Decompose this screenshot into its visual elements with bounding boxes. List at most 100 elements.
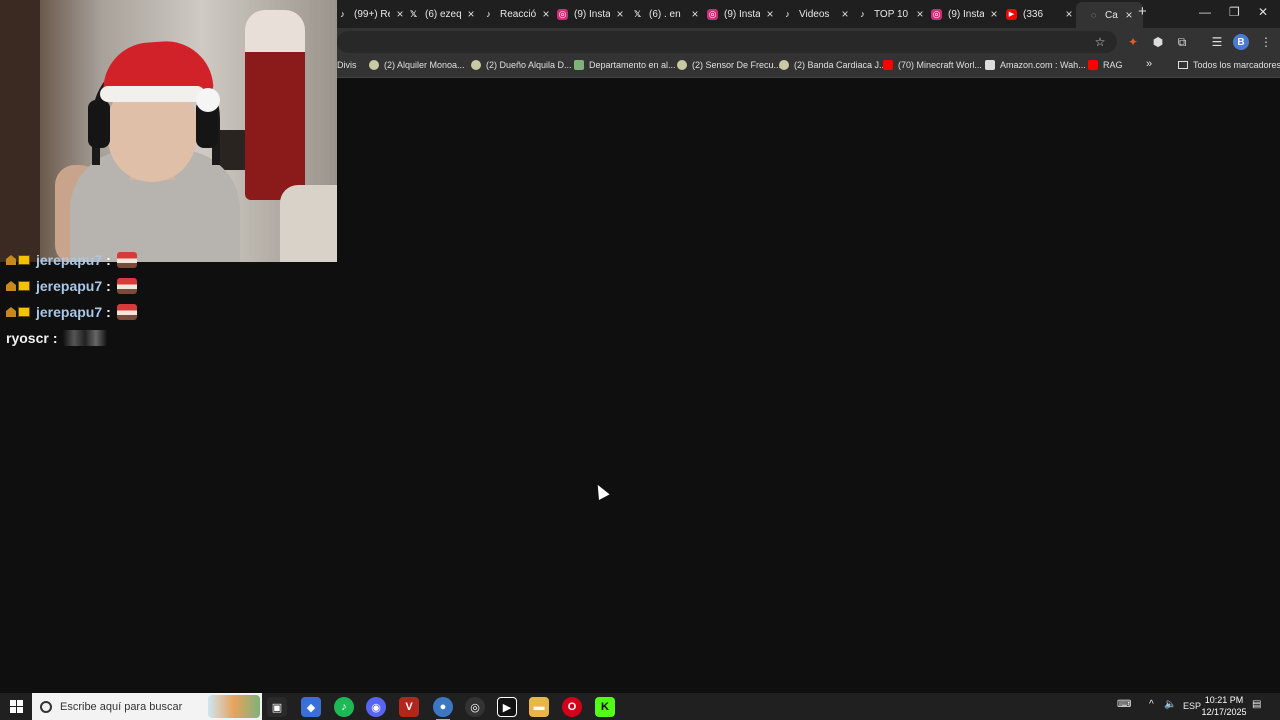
taskbar: Escribe aquí para buscar ▣ ◆ ♪ ◉ V ● ◎ ▶…: [0, 693, 1280, 720]
tab-3[interactable]: ◎ (9) Insta ×: [557, 4, 626, 24]
tab-9[interactable]: ▶ (336 ×: [1006, 4, 1075, 24]
obs-icon[interactable]: ◎: [465, 697, 485, 717]
bookmark-icon: [677, 60, 687, 70]
all-bookmarks-label: Todos los marcadores: [1193, 60, 1280, 70]
bookmark-7[interactable]: Amazon.com : Wah...: [985, 60, 1086, 70]
chat-message: ryoscr :: [6, 330, 108, 346]
bookmark-6[interactable]: (70) Minecraft Worl...: [883, 60, 982, 70]
clock-date: 12/17/2025: [1201, 707, 1247, 717]
close-icon[interactable]: ×: [465, 7, 477, 21]
opera-icon[interactable]: O: [562, 697, 582, 717]
close-icon[interactable]: ×: [394, 7, 406, 21]
bookmark-icon: [779, 60, 789, 70]
minimize-button[interactable]: —: [1199, 5, 1211, 19]
amazon-icon: [985, 60, 995, 70]
tab-5[interactable]: ◎ (9) Insta ×: [707, 4, 776, 24]
start-button[interactable]: [0, 693, 32, 720]
bookmark-label: Departamento en al...: [589, 60, 676, 70]
close-icon[interactable]: ×: [839, 7, 851, 21]
new-tab-button[interactable]: +: [1138, 3, 1147, 20]
instagram-icon: ◎: [557, 8, 568, 20]
x-icon: 𝕏: [633, 8, 642, 19]
file-explorer-icon[interactable]: ▬: [529, 697, 549, 717]
moderator-badge-icon: [6, 281, 16, 291]
chat-username: ryoscr: [6, 330, 49, 346]
headset-earcup-left: [88, 100, 110, 148]
tab-8[interactable]: ◎ (9) Insta ×: [931, 4, 1000, 24]
x-icon: 𝕏: [409, 8, 418, 19]
notifications-icon[interactable]: ▤: [1252, 699, 1261, 710]
restore-button[interactable]: ❐: [1229, 5, 1240, 19]
close-icon[interactable]: ×: [689, 7, 701, 21]
bookmark-icon: [574, 60, 584, 70]
extension-fox-icon[interactable]: ✦: [1125, 34, 1141, 50]
search-highlight-image: [208, 695, 260, 718]
capcut-icon[interactable]: ▶: [497, 697, 517, 717]
spotify-icon[interactable]: ♪: [334, 697, 354, 717]
close-icon[interactable]: ×: [540, 7, 552, 21]
bookmark-icon: [369, 60, 379, 70]
tab-6[interactable]: ♪ Videos ×: [782, 4, 851, 24]
voicemeeter-icon[interactable]: V: [399, 697, 419, 717]
chat-separator: :: [52, 330, 58, 346]
clock[interactable]: 10:21 PM 12/17/2025: [1196, 694, 1252, 718]
close-icon[interactable]: ×: [1063, 7, 1075, 21]
santa-emote: [116, 252, 137, 268]
tiktok-icon: ♪: [785, 9, 790, 19]
tab-2[interactable]: ♪ Reacción ×: [483, 4, 552, 24]
webcam-curtain: [0, 0, 40, 262]
search-icon: [40, 700, 52, 713]
tab-10-active[interactable]: ◌ Ca ×: [1076, 2, 1143, 28]
chat-separator: :: [106, 252, 111, 268]
bookmark-icon: [471, 60, 481, 70]
screen: ♪ (99+) Re × 𝕏 (6) ezeq × ♪ Reacción × ◎…: [0, 0, 1280, 720]
menu-icon[interactable]: ⋮: [1258, 34, 1274, 50]
close-icon[interactable]: ×: [614, 7, 626, 21]
extensions-puzzle-icon[interactable]: ⧉: [1174, 34, 1190, 50]
subscriber-badge-icon: [18, 255, 30, 265]
bookmark-label: Divis: [337, 60, 357, 70]
tab-7[interactable]: ♪ TOP 10 ×: [857, 4, 926, 24]
webcam-santa-figure: [245, 10, 305, 200]
extension-play-icon[interactable]: ⬢: [1150, 34, 1166, 50]
santa-hat-brim: [100, 86, 205, 102]
bookmark-0[interactable]: Divis: [337, 60, 357, 70]
tab-label: (9) Insta: [574, 8, 610, 20]
tab-0[interactable]: ♪ (99+) Re ×: [337, 4, 406, 24]
close-window-button[interactable]: ✕: [1258, 5, 1268, 19]
all-bookmarks-button[interactable]: Todos los marcadores: [1178, 60, 1280, 70]
dark-emote: [63, 330, 108, 346]
chrome-icon[interactable]: ●: [433, 697, 453, 720]
bookmark-2[interactable]: (2) Dueño Alquila D...: [471, 60, 572, 70]
chevron-up-icon[interactable]: ^: [1149, 699, 1154, 710]
bookmark-label: (2) Dueño Alquila D...: [486, 60, 572, 70]
chat-message: jerepapu7 :: [6, 304, 137, 320]
tab-1[interactable]: 𝕏 (6) ezeq ×: [408, 4, 477, 24]
star-icon[interactable]: ☆: [1092, 34, 1108, 50]
bookmark-4[interactable]: (2) Sensor De Frecu...: [677, 60, 781, 70]
bookmark-3[interactable]: Departamento en al...: [574, 60, 676, 70]
bookmarks-overflow-button[interactable]: »: [1146, 58, 1152, 70]
taskbar-search[interactable]: Escribe aquí para buscar: [32, 693, 262, 720]
webcam-couch: [280, 185, 337, 262]
keyboard-icon[interactable]: ⌨: [1117, 699, 1131, 710]
kick-icon[interactable]: K: [595, 697, 615, 717]
chat-username: jerepapu7: [36, 278, 103, 294]
close-icon[interactable]: ×: [988, 7, 1000, 21]
bookmark-5[interactable]: (2) Banda Cardiaca J...: [779, 60, 887, 70]
bookmark-1[interactable]: (2) Alquiler Monoa...: [369, 60, 465, 70]
task-view-icon[interactable]: ▣: [267, 697, 287, 717]
tab-label: TOP 10: [874, 8, 909, 20]
moderator-badge-icon: [6, 307, 16, 317]
discord-icon[interactable]: ◉: [366, 697, 386, 717]
media-control-icon[interactable]: ☰: [1209, 34, 1225, 50]
copilot-icon[interactable]: ◆: [301, 697, 321, 717]
bookmark-8[interactable]: RAG: [1088, 60, 1123, 70]
close-icon[interactable]: ×: [914, 7, 926, 21]
close-icon[interactable]: ×: [1123, 8, 1135, 22]
tab-4[interactable]: 𝕏 (6) . en ×: [632, 4, 701, 24]
close-icon[interactable]: ×: [764, 7, 776, 21]
address-bar[interactable]: [337, 31, 1117, 53]
profile-avatar[interactable]: B: [1233, 34, 1249, 50]
volume-icon[interactable]: 🔈: [1164, 699, 1176, 710]
